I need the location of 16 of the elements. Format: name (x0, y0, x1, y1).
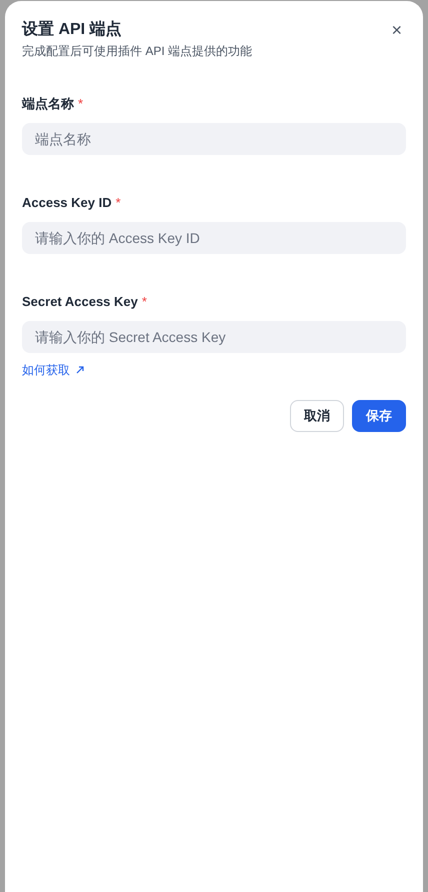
cancel-button[interactable]: 取消 (290, 400, 344, 432)
dialog-title: 设置 API 端点 (22, 20, 123, 40)
arrow-up-right-icon (76, 366, 84, 374)
input-field[interactable]: 请输入你的 Secret Access Key (22, 321, 406, 353)
required-mark: * (142, 293, 147, 312)
input-field[interactable]: 端点名称 (22, 123, 406, 155)
field-label: 端点名称 (22, 95, 74, 114)
required-mark: * (78, 95, 84, 114)
save-button[interactable]: 保存 (352, 400, 406, 432)
input-field[interactable]: 请输入你的 Access Key ID (22, 222, 406, 254)
field-label: Secret Access Key (22, 293, 138, 312)
close-button[interactable]: × (391, 21, 402, 39)
help-link[interactable]: 如何获取 (22, 361, 84, 379)
field-label: Access Key ID (22, 194, 112, 212)
dialog-subtitle: 完成配置后可使用插件 API 端点提供的功能 (22, 43, 252, 60)
required-mark: * (116, 194, 121, 212)
